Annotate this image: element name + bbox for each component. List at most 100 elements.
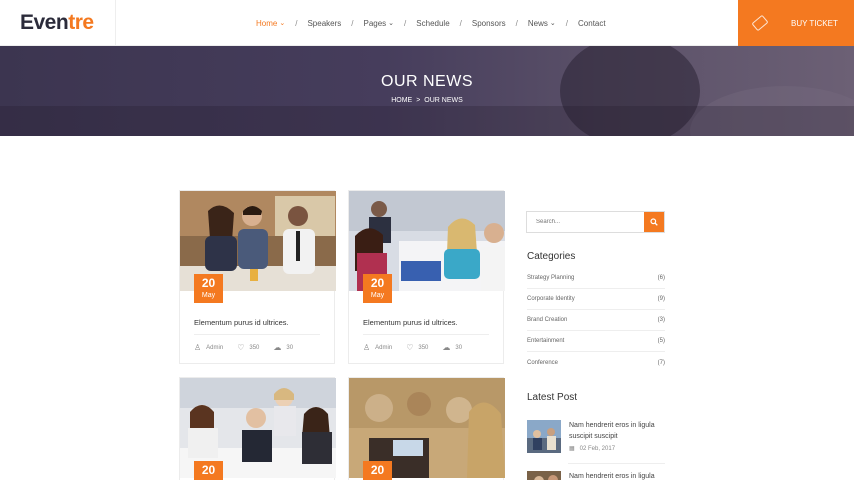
logo-text-main: Even: [20, 11, 69, 34]
news-card-title[interactable]: Elementum purus id ultrices.: [194, 318, 289, 327]
nav-item-schedule[interactable]: Schedule: [416, 19, 449, 28]
latest-post-title[interactable]: Nam hendrerit eros in ligula: [569, 420, 655, 431]
category-count: (6): [657, 275, 665, 281]
date-day: 20: [201, 276, 216, 290]
chevron-down-icon: ⌄: [549, 20, 556, 27]
nav-label-sponsors: Sponsors: [471, 18, 506, 28]
category-item[interactable]: Strategy Planning (6): [527, 268, 665, 289]
logo-text-accent: tre: [68, 11, 94, 34]
site-header: Even tre Home ⌄ / Speakers / Pages ⌄ / Sche…: [0, 0, 854, 46]
nav-item-contact[interactable]: Contact: [578, 19, 606, 28]
breadcrumb-separator: >: [416, 97, 421, 104]
nav-separator: /: [351, 18, 354, 28]
page-banner: OUR NEWS HOME > OUR NEWS: [0, 46, 854, 136]
buy-ticket-button[interactable]: BUY TICKET: [738, 0, 854, 46]
date-badge: 20: [194, 461, 223, 480]
category-item[interactable]: Entertainment (5): [527, 331, 665, 352]
nav-separator: /: [459, 18, 462, 28]
category-name: Entertainment: [527, 338, 565, 344]
date-month: May: [201, 292, 216, 299]
latest-post-date: 02 Feb, 2017: [579, 446, 616, 452]
author-name[interactable]: Admin: [206, 345, 223, 351]
breadcrumb-current: OUR NEWS: [424, 97, 463, 104]
ticket-icon: [751, 14, 769, 32]
author-name[interactable]: Admin: [375, 345, 392, 351]
latest-post-title-line2[interactable]: suscipit suscipit: [569, 431, 655, 442]
latest-post-item[interactable]: Nam hendrerit eros in ligula: [527, 471, 665, 480]
nav-separator: /: [295, 18, 298, 28]
divider: [194, 334, 320, 335]
latest-post-thumbnail[interactable]: [527, 420, 561, 453]
nav-label-news: News: [527, 18, 548, 28]
comments-count[interactable]: 30: [455, 345, 462, 351]
category-item[interactable]: Brand Creation (3): [527, 310, 665, 331]
category-list: Strategy Planning (6) Corporate Identity (…: [527, 268, 665, 373]
news-card-title[interactable]: Elementum purus id ultrices.: [363, 318, 458, 327]
category-name: Conference: [527, 359, 559, 366]
latest-post-thumbnail[interactable]: [527, 471, 561, 480]
chevron-down-icon: ⌄: [388, 20, 395, 27]
calendar-icon: ▦: [569, 446, 575, 452]
category-item[interactable]: Conference (7): [527, 352, 665, 373]
heart-icon: ♡: [406, 343, 414, 352]
likes-count[interactable]: 350: [249, 345, 259, 351]
categories-heading: Categories: [527, 251, 576, 262]
date-badge: 20: [363, 461, 392, 480]
search-input[interactable]: [527, 212, 644, 232]
user-icon: ♙: [194, 343, 202, 352]
latest-post-heading: Latest Post: [527, 392, 578, 403]
nav-label-contact: Contact: [578, 18, 606, 28]
nav-separator: /: [404, 18, 407, 28]
category-count: (7): [657, 359, 665, 366]
nav-item-home[interactable]: Home ⌄: [256, 19, 285, 28]
breadcrumb-home[interactable]: HOME: [391, 97, 412, 104]
search-box: [526, 211, 665, 233]
banner-shade: [0, 106, 854, 136]
main-nav: Home ⌄ / Speakers / Pages ⌄ / Schedule / S…: [256, 0, 606, 46]
nav-label-home: Home: [256, 18, 278, 28]
nav-label-speakers: Speakers: [307, 18, 342, 28]
category-item[interactable]: Corporate Identity (9): [527, 289, 665, 310]
search-button[interactable]: [644, 212, 664, 232]
nav-label-schedule: Schedule: [416, 18, 450, 28]
nav-separator: /: [565, 18, 569, 28]
news-card-meta: ♙ Admin ♡ 350 ☁ 30: [194, 343, 307, 352]
nav-separator: /: [515, 18, 518, 28]
latest-post-title[interactable]: Nam hendrerit eros in ligula: [569, 471, 655, 480]
likes-count[interactable]: 350: [418, 345, 428, 351]
logo[interactable]: Even tre: [0, 0, 116, 46]
heart-icon: ♡: [237, 343, 245, 352]
nav-item-sponsors[interactable]: Sponsors: [472, 19, 506, 28]
date-badge: 20 May: [363, 274, 392, 303]
category-count: (3): [657, 317, 665, 323]
news-card[interactable]: 20: [179, 377, 336, 480]
comments-icon: ☁: [273, 343, 282, 352]
date-day: 20: [201, 463, 216, 477]
divider: [363, 334, 489, 335]
category-name: Corporate Identity: [527, 296, 575, 302]
search-icon: [650, 218, 658, 226]
nav-item-news[interactable]: News ⌄: [528, 19, 556, 28]
news-card-meta: ♙ Admin ♡ 350 ☁ 30: [363, 343, 476, 352]
comments-icon: ☁: [442, 343, 451, 352]
divider: [568, 463, 665, 464]
nav-item-pages[interactable]: Pages ⌄: [363, 19, 394, 28]
latest-post-item[interactable]: Nam hendrerit eros in ligula suscipit su…: [527, 420, 665, 455]
comments-count[interactable]: 30: [286, 345, 293, 351]
category-name: Strategy Planning: [527, 275, 575, 281]
buy-ticket-label: BUY TICKET: [791, 18, 838, 28]
date-month: May: [370, 292, 385, 299]
news-card[interactable]: 20: [348, 377, 505, 480]
news-card[interactable]: 20 May Elementum purus id ultrices. ♙ Adm…: [179, 190, 336, 364]
page-title: OUR NEWS: [381, 73, 473, 90]
category-count: (5): [657, 338, 665, 344]
chevron-down-icon: ⌄: [279, 20, 286, 27]
news-card[interactable]: 20 May Elementum purus id ultrices. ♙ Adm…: [348, 190, 505, 364]
user-icon: ♙: [363, 343, 371, 352]
category-name: Brand Creation: [527, 317, 568, 323]
date-badge: 20 May: [194, 274, 223, 303]
nav-item-speakers[interactable]: Speakers: [307, 19, 341, 28]
category-count: (9): [657, 296, 665, 302]
date-day: 20: [370, 463, 385, 477]
nav-label-pages: Pages: [363, 18, 387, 28]
